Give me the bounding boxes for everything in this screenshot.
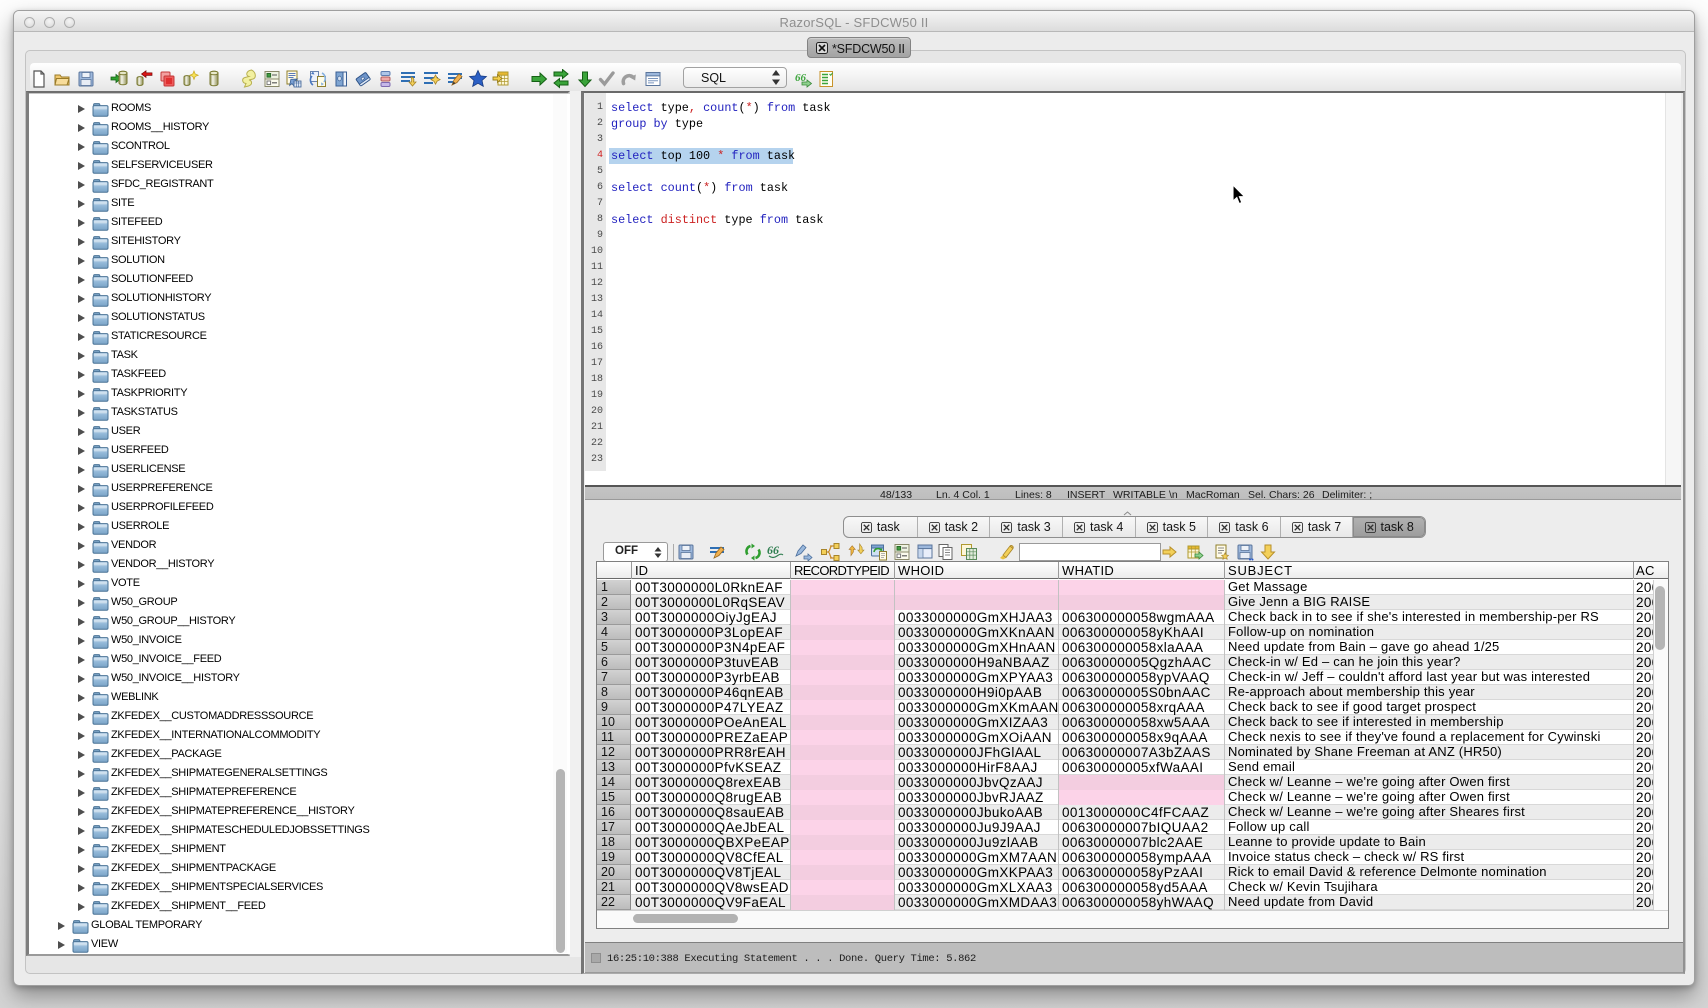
- svg-text:66: 66: [767, 543, 779, 557]
